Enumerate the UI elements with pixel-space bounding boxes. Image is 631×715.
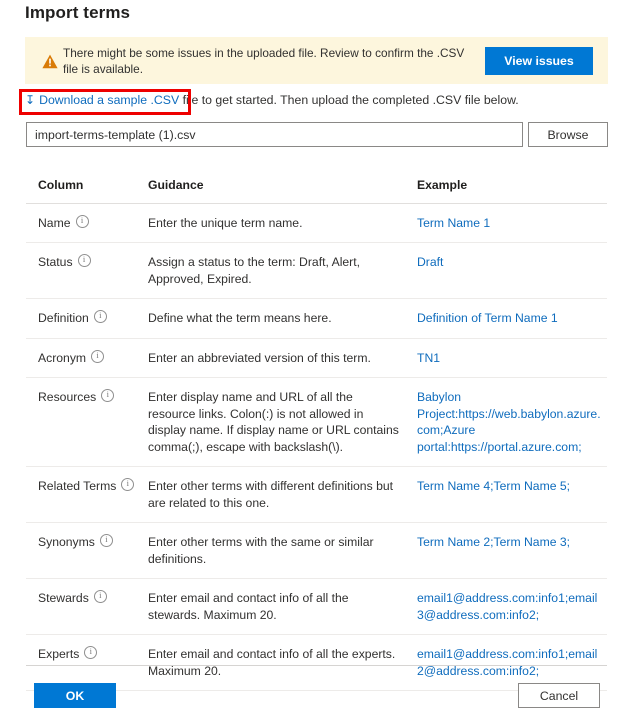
row-guidance-cell: Assign a status to the term: Draft, Aler… <box>148 255 361 286</box>
row-guidance-cell: Enter the unique term name. <box>148 215 303 230</box>
row-example-cell: Draft <box>417 255 444 269</box>
browse-button[interactable]: Browse <box>528 122 608 147</box>
row-example-cell: Definition of Term Name 1 <box>417 311 558 325</box>
file-name-input[interactable] <box>26 122 523 147</box>
download-sample-line: ↧ Download a sample .CSV file to get star… <box>25 93 608 107</box>
info-icon[interactable] <box>99 533 113 547</box>
info-icon[interactable] <box>93 589 107 603</box>
table-row: Acronym Enter an abbreviated version of … <box>26 339 607 378</box>
row-column-label: Experts <box>38 647 80 661</box>
table-row: Synonyms Enter other terms with the same… <box>26 523 607 579</box>
row-column-cell: Acronym <box>26 339 148 378</box>
table-header-column: Column <box>38 178 84 192</box>
row-guidance-cell: Enter email and contact info of all the … <box>148 647 396 678</box>
row-column-cell: Name <box>26 204 148 243</box>
warning-triangle-icon <box>37 52 63 69</box>
row-column-cell: Related Terms <box>26 467 148 522</box>
row-guidance-cell: Enter other terms with the same or simil… <box>148 535 374 566</box>
row-guidance-cell: Enter an abbreviated version of this ter… <box>148 350 371 365</box>
info-icon[interactable] <box>101 388 115 402</box>
row-example-cell: TN1 <box>417 350 441 365</box>
file-picker-row: Browse <box>26 122 608 147</box>
page-title: Import terms <box>25 3 131 22</box>
warning-banner-message: There might be some issues in the upload… <box>63 45 465 76</box>
row-column-cell: Synonyms <box>26 523 148 578</box>
info-icon[interactable] <box>84 645 98 659</box>
row-example-cell: email1@address.com:info1;email2@address.… <box>417 647 598 678</box>
row-column-cell: Definition <box>26 299 148 338</box>
warning-banner: There might be some issues in the upload… <box>25 37 608 84</box>
table-header-row: Column Guidance Example <box>26 168 607 204</box>
row-example-cell: Babylon Project:https://web.babylon.azur… <box>417 390 601 454</box>
row-column-label: Definition <box>38 311 89 325</box>
view-issues-button[interactable]: View issues <box>485 46 593 75</box>
row-example-cell: Term Name 2;Term Name 3; <box>417 535 571 549</box>
row-example-cell: email1@address.com:info1;email3@address.… <box>417 591 598 622</box>
ok-button[interactable]: OK <box>34 683 116 708</box>
row-column-cell: Experts <box>26 635 148 690</box>
row-column-cell: Status <box>26 243 148 298</box>
row-column-cell: Resources <box>26 378 148 466</box>
row-example-cell: Term Name 1 <box>417 215 491 230</box>
info-icon[interactable] <box>77 253 91 267</box>
guidance-table: Column Guidance Example Name Enter the u… <box>26 168 607 691</box>
table-header-example: Example <box>417 178 468 192</box>
row-example-cell: Term Name 4;Term Name 5; <box>417 479 571 493</box>
table-row: Status Assign a status to the term: Draf… <box>26 243 607 299</box>
table-row: Related Terms Enter other terms with dif… <box>26 467 607 523</box>
row-column-label: Resources <box>38 390 97 404</box>
table-row: Definition Define what the term means he… <box>26 299 607 339</box>
info-icon[interactable] <box>91 349 105 363</box>
footer-divider <box>26 665 607 666</box>
table-row: Resources Enter display name and URL of … <box>26 378 607 467</box>
info-icon[interactable] <box>93 309 107 323</box>
table-row: Name Enter the unique term name. Term Na… <box>26 204 607 243</box>
row-column-label: Related Terms <box>38 479 117 493</box>
table-header-guidance: Guidance <box>148 178 204 192</box>
row-column-label: Name <box>38 215 71 230</box>
cancel-button[interactable]: Cancel <box>518 683 600 708</box>
row-guidance-cell: Enter email and contact info of all the … <box>148 591 349 622</box>
download-sample-csv-label: Download a sample .CSV <box>39 93 180 107</box>
download-arrow-icon: ↧ <box>25 93 36 107</box>
info-icon[interactable] <box>121 477 135 491</box>
row-guidance-cell: Define what the term means here. <box>148 311 332 325</box>
table-row: Stewards Enter email and contact info of… <box>26 579 607 635</box>
row-column-label: Status <box>38 255 73 269</box>
row-column-label: Synonyms <box>38 535 95 549</box>
download-sample-csv-link[interactable]: ↧ Download a sample .CSV <box>25 93 179 107</box>
row-column-label: Stewards <box>38 591 89 605</box>
row-guidance-cell: Enter other terms with different definit… <box>148 479 394 510</box>
row-column-label: Acronym <box>38 350 87 365</box>
row-column-cell: Stewards <box>26 579 148 634</box>
info-icon[interactable] <box>75 214 89 228</box>
download-sample-rest-text: file to get started. Then upload the com… <box>179 93 519 107</box>
row-guidance-cell: Enter display name and URL of all the re… <box>148 390 399 454</box>
